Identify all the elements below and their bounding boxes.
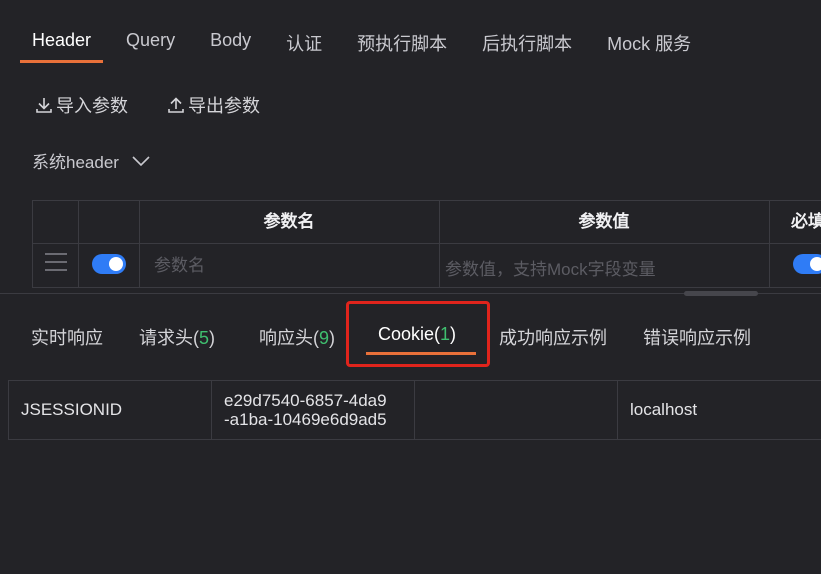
enable-toggle[interactable] [92,254,126,274]
tab-response-headers-suffix: ) [329,328,336,348]
highlight-annotation [346,301,490,367]
cookie-name: JSESSIONID [21,400,123,419]
upload-icon [168,97,184,113]
tab-post-script[interactable]: 后执行脚本 [470,18,584,60]
params-table: 参数名 参数值 必填 参数名 参数值，支持Mock字段变量 [32,200,821,288]
cookie-value-line-1: e29d7540-6857-4da9 [224,391,387,410]
request-tabs: Header Query Body 认证 预执行脚本 后执行脚本 Mock 服务 [20,18,714,63]
cookie-value-cell: e29d7540-6857-4da9 -a1ba-10469e6d9ad5 [212,381,415,439]
enable-column [78,201,140,287]
download-icon [36,98,52,113]
param-name-input[interactable]: 参数名 [154,251,205,276]
cookie-value: e29d7540-6857-4da9 -a1ba-10469e6d9ad5 [224,391,387,429]
tab-error-example[interactable]: 错误响应示例 [643,324,751,350]
param-name-header: 参数名 [263,212,315,231]
tab-request-headers-label: 请求头( [139,328,199,348]
tab-body[interactable]: Body [198,18,263,60]
tab-mock-service[interactable]: Mock 服务 [595,18,703,60]
tab-request-headers-suffix: ) [209,328,216,348]
horizontal-scrollbar[interactable] [684,291,758,296]
tab-success-example-label: 成功响应示例 [499,328,607,348]
export-params-label: 导出参数 [188,96,260,116]
tab-auth[interactable]: 认证 [274,18,334,60]
tab-success-example[interactable]: 成功响应示例 [499,324,607,350]
tab-realtime-response[interactable]: 实时响应 [31,324,103,350]
import-params-button[interactable]: 导入参数 [34,92,128,118]
system-header-label: 系统header [32,153,119,172]
tab-pre-script[interactable]: 预执行脚本 [345,18,459,60]
export-params-button[interactable]: 导出参数 [166,92,260,118]
drag-handle-icon[interactable] [45,253,67,277]
cookie-name-cell: JSESSIONID [9,381,212,439]
cookie-value-line-2: -a1ba-10469e6d9ad5 [224,410,387,429]
import-params-label: 导入参数 [56,96,128,116]
cookie-domain-cell: localhost [618,381,821,439]
request-headers-count: 5 [199,328,210,348]
tab-realtime-response-label: 实时响应 [31,328,103,348]
chevron-down-icon [132,155,150,166]
cookie-domain: localhost [630,400,698,419]
tab-query[interactable]: Query [114,18,187,60]
required-toggle[interactable] [793,254,821,274]
tab-response-headers[interactable]: 响应头(9) [259,324,335,350]
row-divider [33,243,821,244]
tab-request-headers[interactable]: 请求头(5) [139,324,215,350]
tab-error-example-label: 错误响应示例 [643,328,751,348]
tab-response-headers-label: 响应头( [259,328,319,348]
param-value-header: 参数值 [578,212,630,231]
required-header: 必填 [791,212,821,231]
param-value-input[interactable]: 参数值，支持Mock字段变量 [445,255,656,280]
system-header-toggle[interactable]: 系统header [32,148,151,173]
cookie-path-cell [415,381,618,439]
cookie-table: JSESSIONID e29d7540-6857-4da9 -a1ba-1046… [8,380,821,440]
response-headers-count: 9 [319,328,330,348]
tab-header[interactable]: Header [20,18,104,63]
